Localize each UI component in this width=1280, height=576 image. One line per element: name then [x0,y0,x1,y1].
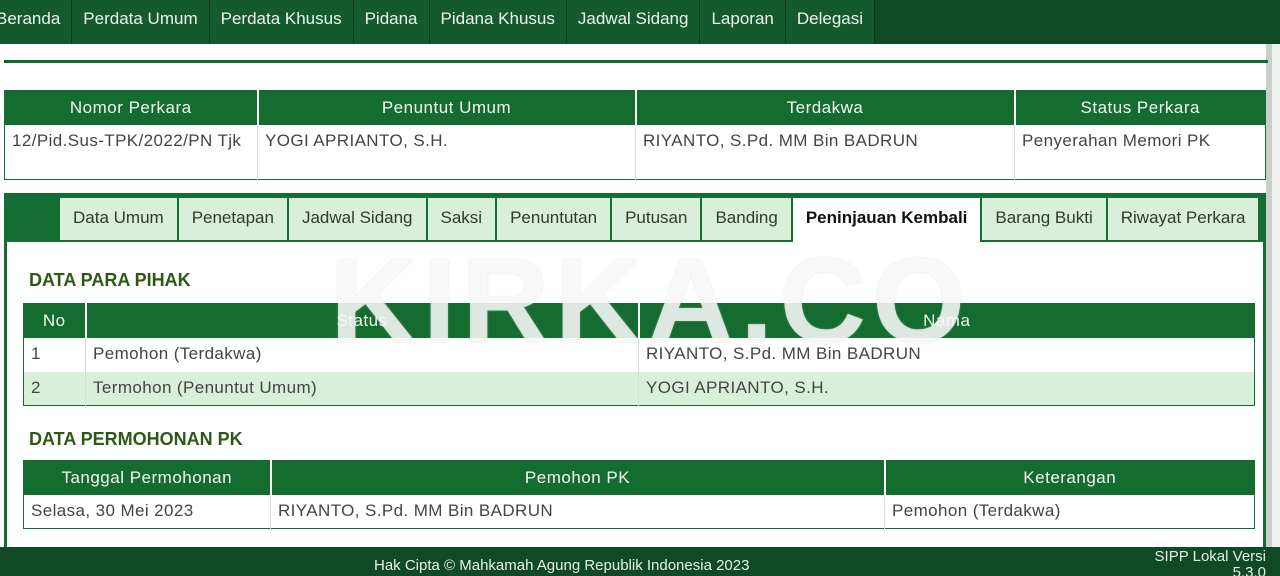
cell-pemohon-pk: RIYANTO, S.Pd. MM Bin BADRUN [270,494,885,529]
table-row: 2 Termohon (Penuntut Umum) YOGI APRIANTO… [23,371,1255,406]
cell-terdakwa: RIYANTO, S.Pd. MM Bin BADRUN [635,124,1015,180]
parties-table: No Status Nama 1 Pemohon (Terdakwa) RIYA… [23,303,1255,406]
tab-data-umum[interactable]: Data Umum [60,198,179,240]
case-row: 12/Pid.Sus-TPK/2022/PN Tjk YOGI APRIANTO… [4,124,1266,180]
cell-nomor-perkara: 12/Pid.Sus-TPK/2022/PN Tjk [4,124,258,180]
footer: Hak Cipta © Mahkamah Agung Republik Indo… [0,547,1280,576]
tab-peninjauan-kembali[interactable]: Peninjauan Kembali [792,198,983,242]
version-label: SIPP Lokal Versi [1154,548,1266,565]
header-nomor-perkara: Nomor Perkara [4,90,259,125]
cell-status-perkara: Penyerahan Memori PK [1022,130,1211,150]
cell-penuntut-umum: YOGI APRIANTO, S.H. [257,124,636,180]
case-header-row: Nomor Perkara Penuntut Umum Terdakwa Sta… [4,90,1266,125]
tab-penuntutan[interactable]: Penuntutan [497,198,613,240]
tab-putusan[interactable]: Putusan [612,198,703,240]
nav-item-jadwal-sidang[interactable]: Jadwal Sidang [566,0,701,44]
version-number: 5.3.0 [1232,564,1266,576]
cell-status: Pemohon (Terdakwa) [85,337,639,372]
table-row: 1 Pemohon (Terdakwa) RIYANTO, S.Pd. MM B… [23,337,1255,372]
cell-no: 1 [23,337,86,372]
pk-table: Tanggal Permohonan Pemohon PK Keterangan… [23,460,1255,529]
pk-header-row: Tanggal Permohonan Pemohon PK Keterangan [23,460,1255,495]
tab-list: Data Umum Penetapan Jadwal Sidang Saksi … [60,198,1261,242]
nav-item-pidana[interactable]: Pidana [353,0,430,44]
cell-no: 2 [23,371,86,406]
nav-item-pidana-khusus[interactable]: Pidana Khusus [429,0,567,44]
nav-item-delegasi[interactable]: Delegasi [785,0,876,44]
header-nama: Nama [638,303,1255,338]
cell-nama: YOGI APRIANTO, S.H. [638,371,1255,406]
section-title-permohonan-pk: DATA PERMOHONAN PK [29,429,243,449]
case-summary-table: Nomor Perkara Penuntut Umum Terdakwa Sta… [4,90,1266,180]
nav-item-beranda[interactable]: Beranda [0,0,73,44]
nav-item-laporan[interactable]: Laporan [700,0,786,44]
section-title-para-pihak: DATA PARA PIHAK [29,270,191,290]
table-row: Selasa, 30 Mei 2023 RIYANTO, S.Pd. MM Bi… [23,494,1255,529]
header-penuntut-umum: Penuntut Umum [257,90,637,125]
cell-keterangan: Pemohon (Terdakwa) [892,500,1061,520]
tab-barang-bukti[interactable]: Barang Bukti [982,198,1108,240]
nav-item-perdata-khusus[interactable]: Perdata Khusus [209,0,354,44]
header-no: No [23,303,87,338]
cell-status: Termohon (Penuntut Umum) [85,371,639,406]
tab-riwayat-perkara[interactable]: Riwayat Perkara [1107,198,1261,240]
case-detail-tabs: Data Umum Penetapan Jadwal Sidang Saksi … [4,193,1266,553]
header-status-perkara: Status Perkara [1014,90,1266,125]
tab-bar: Data Umum Penetapan Jadwal Sidang Saksi … [7,196,1263,242]
tab-banding[interactable]: Banding [702,198,793,240]
parties-header-row: No Status Nama [23,303,1255,338]
cell-nama: RIYANTO, S.Pd. MM Bin BADRUN [646,343,922,363]
tab-jadwal-sidang[interactable]: Jadwal Sidang [288,198,428,240]
header-terdakwa: Terdakwa [635,90,1016,125]
header-tanggal-permohonan: Tanggal Permohonan [23,460,272,495]
header-keterangan: Keterangan [884,460,1255,495]
footer-copyright: Hak Cipta © Mahkamah Agung Republik Indo… [374,557,750,574]
header-pemohon-pk: Pemohon PK [270,460,886,495]
tab-saksi[interactable]: Saksi [427,198,498,240]
divider-line [4,60,1268,63]
footer-version: SIPP Lokal Versi 5.3.0 [1155,549,1266,576]
nav-item-perdata-umum[interactable]: Perdata Umum [72,0,210,44]
cell-tanggal-permohonan: Selasa, 30 Mei 2023 [23,494,271,529]
top-navigation: Beranda Perdata Umum Perdata Khusus Pida… [0,0,1280,44]
tab-penetapan[interactable]: Penetapan [178,198,289,240]
header-status: Status [85,303,640,338]
